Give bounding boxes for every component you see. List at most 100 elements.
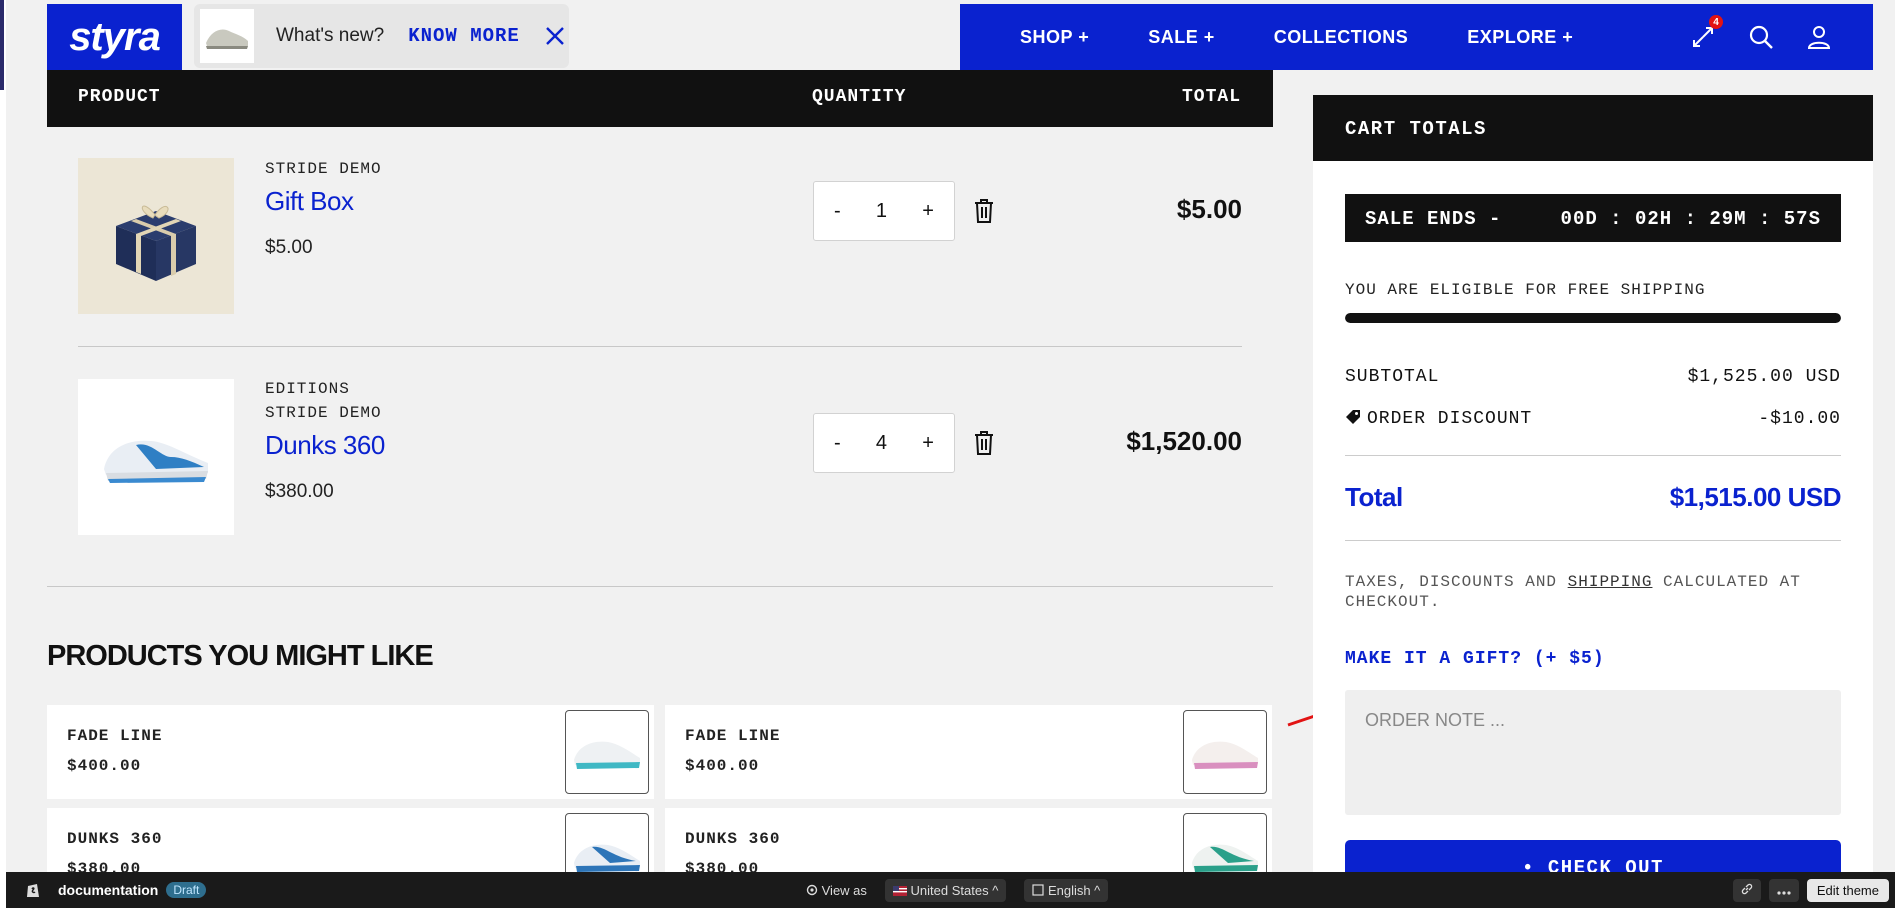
cart-item: STRIDE DEMO Gift Box $5.00 - 1 + $5.00 [78,158,1242,318]
gift-box-image[interactable] [78,158,234,314]
main-navigation: SHOP + SALE + COLLECTIONS EXPLORE + 4 [960,4,1873,70]
recommendation-name: DUNKS 360 [685,830,781,848]
free-shipping-message: YOU ARE ELIGIBLE FOR FREE SHIPPING [1345,281,1706,299]
share-link-button[interactable] [1732,878,1761,902]
recommendation-name: FADE LINE [67,727,163,745]
total-label: Total [1345,482,1403,512]
shopify-icon [27,884,39,897]
quantity-value[interactable]: 4 [876,432,887,455]
dunks-360-image[interactable] [78,379,234,535]
left-edge-strip [0,0,6,908]
cart-item: EDITIONS STRIDE DEMO Dunks 360 $380.00 -… [78,378,1242,538]
cart-table-header: PRODUCT QUANTITY TOTAL [47,70,1273,127]
subtotal-label: SUBTOTAL [1345,367,1440,387]
nav-shop[interactable]: SHOP + [1020,27,1089,48]
recommendation-card[interactable]: FADE LINE $400.00 [47,705,654,799]
line-total: $1,520.00 [1126,426,1242,456]
remove-item-button[interactable] [971,196,997,226]
order-note-input[interactable] [1345,690,1841,815]
product-vendor: STRIDE DEMO [265,160,382,178]
recommendation-name: FADE LINE [685,727,781,745]
discount-value: -$10.00 [1758,409,1841,429]
view-as-button[interactable]: View as [806,883,867,898]
quantity-decrease-button[interactable]: - [834,432,841,455]
nav-sale[interactable]: SALE + [1148,27,1215,48]
header-quantity: QUANTITY [812,87,907,107]
recommendation-price: $400.00 [685,757,760,775]
quantity-stepper: - 1 + [813,181,955,241]
recommendations-title: PRODUCTS YOU MIGHT LIKE [47,640,434,672]
announcement-thumbnail [200,9,254,63]
link-icon [1741,883,1753,894]
close-icon [545,27,564,45]
shipping-link[interactable]: SHIPPING [1568,573,1653,591]
quantity-stepper: - 4 + [813,413,955,473]
announcement-text: What's new? [276,25,385,46]
know-more-link[interactable]: KNOW MORE [408,25,520,47]
taxes-note: TAXES, DISCOUNTS AND SHIPPING CALCULATED… [1345,572,1841,612]
header-total: TOTAL [1181,87,1241,107]
sale-countdown-timer: 00D : 02H : 29M : 57S [1560,208,1821,230]
country-label: United States ^ [910,882,999,898]
admin-preview-bar: documentation Draft View as United State… [6,872,1895,908]
line-total: $5.00 [1176,194,1242,224]
free-shipping-progress-fill [1345,313,1841,323]
free-shipping-progress [1345,313,1841,323]
product-name-link[interactable]: Gift Box [265,186,354,217]
totals-divider [1345,455,1841,456]
search-button[interactable] [1747,23,1775,51]
announcement-bar: What's new? KNOW MORE [194,4,569,68]
more-icon [1777,890,1791,895]
nav-collections[interactable]: COLLECTIONS [1274,27,1409,48]
discount-row: ORDER DISCOUNT -$10.00 [1345,409,1841,429]
taxes-text: TAXES, DISCOUNTS AND [1345,573,1568,591]
language-selector[interactable]: English ^ [1024,878,1109,902]
user-icon [1807,26,1831,49]
country-selector[interactable]: United States ^ [884,878,1007,902]
header-product: PRODUCT [78,87,161,107]
language-icon [1032,883,1044,896]
make-gift-link[interactable]: MAKE IT A GIFT? (+ $5) [1345,649,1605,669]
quantity-decrease-button[interactable]: - [834,200,841,223]
totals-divider [1345,540,1841,541]
product-vendor: STRIDE DEMO [265,404,382,422]
product-name-link[interactable]: Dunks 360 [265,430,385,461]
recommendation-image[interactable] [565,710,649,794]
subtotal-row: SUBTOTAL $1,525.00 USD [1345,367,1841,387]
sale-ends-label: SALE ENDS - [1365,208,1502,230]
search-icon [1749,25,1773,49]
cart-button[interactable]: 4 [1689,15,1723,51]
section-divider [47,586,1273,587]
trash-icon [975,199,993,223]
theme-name: documentation [58,882,159,898]
quantity-increase-button[interactable]: + [922,432,934,455]
grand-total-row: Total $1,515.00 USD [1345,482,1842,513]
product-vendor: EDITIONS [265,380,350,398]
subtotal-value: $1,525.00 USD [1687,367,1841,387]
discount-label: ORDER DISCOUNT [1367,409,1533,429]
brand-logo[interactable]: styra [47,4,182,70]
recommendation-image[interactable] [1183,710,1267,794]
more-options-button[interactable] [1768,878,1799,902]
edit-theme-button[interactable]: Edit theme [1806,878,1889,902]
sale-countdown-bar: SALE ENDS - 00D : 02H : 29M : 57S [1345,194,1841,242]
cart-totals-panel: CART TOTALS SALE ENDS - 00D : 02H : 29M … [1313,95,1873,908]
recommendation-card[interactable]: FADE LINE $400.00 [665,705,1272,799]
account-button[interactable] [1805,23,1833,51]
close-announcement-button[interactable] [544,25,566,47]
quantity-value[interactable]: 1 [876,200,887,223]
quantity-increase-button[interactable]: + [922,200,934,223]
trash-icon [975,431,993,455]
us-flag-icon [892,885,907,896]
item-divider [78,346,1242,347]
recommendation-price: $400.00 [67,757,142,775]
eye-icon [806,884,818,895]
remove-item-button[interactable] [971,428,997,458]
view-as-label: View as [821,882,867,898]
language-label: English ^ [1047,882,1101,898]
recommendation-name: DUNKS 360 [67,830,163,848]
total-value: $1,515.00 USD [1669,482,1842,512]
nav-explore[interactable]: EXPLORE + [1467,27,1573,48]
logo-text: styra [69,14,161,59]
cart-totals-title: CART TOTALS [1313,95,1873,161]
